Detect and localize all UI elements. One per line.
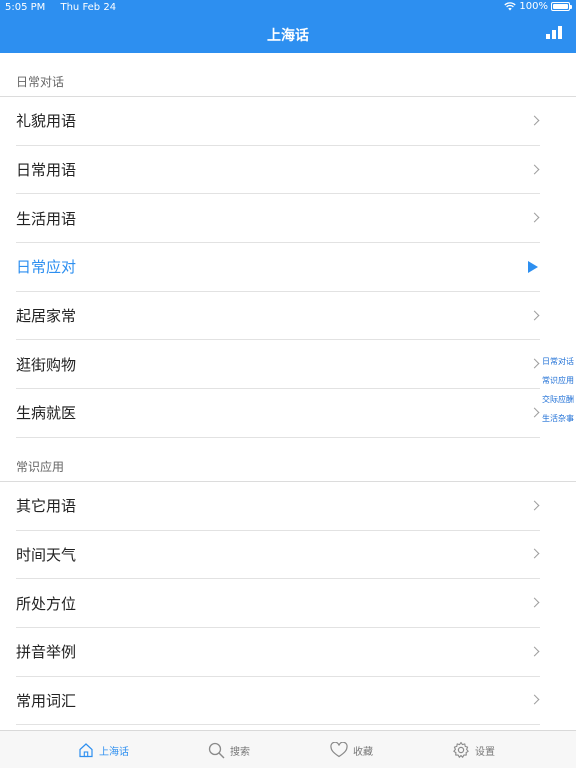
- chevron-right-icon: [529, 548, 540, 559]
- status-time: 5:05 PM Thu Feb 24: [5, 2, 116, 13]
- battery-level: [553, 4, 568, 9]
- list-item-label: 拼音举例: [16, 643, 77, 662]
- status-clock: 5:05 PM: [5, 2, 46, 13]
- list-item[interactable]: 礼貌用语: [16, 97, 540, 146]
- chevron-right-icon: [529, 310, 540, 321]
- section-header: 常识应用: [0, 438, 576, 482]
- chevron-right-icon: [529, 407, 540, 418]
- list-item[interactable]: 常用词汇: [16, 677, 540, 726]
- home-icon: [78, 742, 94, 758]
- status-date: Thu Feb 24: [60, 2, 117, 13]
- page-title: 上海话: [267, 28, 309, 44]
- list-item[interactable]: 起居家常: [16, 292, 540, 341]
- stats-icon[interactable]: [546, 25, 562, 39]
- tab-search[interactable]: 搜索: [208, 731, 250, 768]
- list-item[interactable]: 时间天气: [16, 531, 540, 580]
- list-item-label: 常用词汇: [16, 691, 77, 710]
- wifi-icon: [504, 2, 517, 11]
- heart-icon: [330, 742, 348, 758]
- tab-gear[interactable]: 设置: [452, 731, 495, 768]
- list-item-label: 日常用语: [16, 161, 77, 180]
- chevron-right-icon: [529, 115, 540, 126]
- tab-label: 上海话: [99, 746, 129, 758]
- chevron-right-icon: [529, 646, 540, 657]
- tab-label: 设置: [475, 746, 495, 758]
- battery-icon: [551, 2, 572, 11]
- index-item[interactable]: 常识应用: [542, 374, 574, 387]
- list-item-label: 生活用语: [16, 209, 77, 228]
- status-indicators: 100%: [504, 1, 572, 12]
- chevron-right-icon: [529, 597, 540, 608]
- list-item[interactable]: 所处方位: [16, 579, 540, 628]
- list-item[interactable]: 拼音举例: [16, 628, 540, 677]
- search-icon: [208, 742, 225, 759]
- top-bar: 5:05 PM Thu Feb 24 100% 上海话: [0, 0, 576, 53]
- list-item-label: 时间天气: [16, 545, 77, 564]
- list-item-label: 礼貌用语: [16, 112, 77, 131]
- list-item-label: 生病就医: [16, 404, 77, 423]
- list-item-label: 所处方位: [16, 594, 77, 613]
- chevron-right-icon: [529, 694, 540, 705]
- section-index[interactable]: 日常对话常识应用交际应酬生活杂事: [542, 355, 574, 425]
- list-item[interactable]: 逛街购物: [16, 340, 540, 390]
- index-item[interactable]: 交际应酬: [542, 393, 574, 406]
- list-item-label: 其它用语: [16, 497, 77, 516]
- tab-bar: 上海话 搜索 收藏 设置: [0, 730, 576, 768]
- index-item[interactable]: 生活杂事: [542, 412, 574, 425]
- chevron-right-icon: [529, 358, 540, 369]
- list-item[interactable]: 其它用语: [16, 482, 540, 531]
- list-item[interactable]: 日常用语: [16, 146, 540, 195]
- list-item-label: 起居家常: [16, 307, 77, 326]
- gear-icon: [452, 741, 470, 759]
- tab-label: 搜索: [230, 746, 250, 758]
- tab-label: 收藏: [353, 746, 373, 758]
- battery-percent: 100%: [519, 1, 548, 12]
- list-item-label: 逛街购物: [16, 355, 77, 374]
- section-header: 日常对话: [0, 53, 576, 97]
- list-item-label: 日常应对: [16, 258, 77, 277]
- chevron-right-icon: [529, 212, 540, 223]
- list-item[interactable]: 生活用语: [16, 194, 540, 244]
- play-icon: [528, 260, 538, 273]
- tab-home[interactable]: 上海话: [78, 731, 129, 768]
- chevron-right-icon: [529, 500, 540, 511]
- chevron-right-icon: [529, 164, 540, 174]
- list-item[interactable]: 生病就医: [16, 389, 540, 438]
- index-item[interactable]: 日常对话: [542, 355, 574, 368]
- list-item[interactable]: 日常应对: [16, 243, 540, 292]
- phrase-list[interactable]: 日常对话 礼貌用语 日常用语 生活用语 日常应对 起居家常 逛街购物 生病就医 常识应用 其它用语…: [0, 53, 576, 730]
- tab-heart[interactable]: 收藏: [330, 731, 373, 768]
